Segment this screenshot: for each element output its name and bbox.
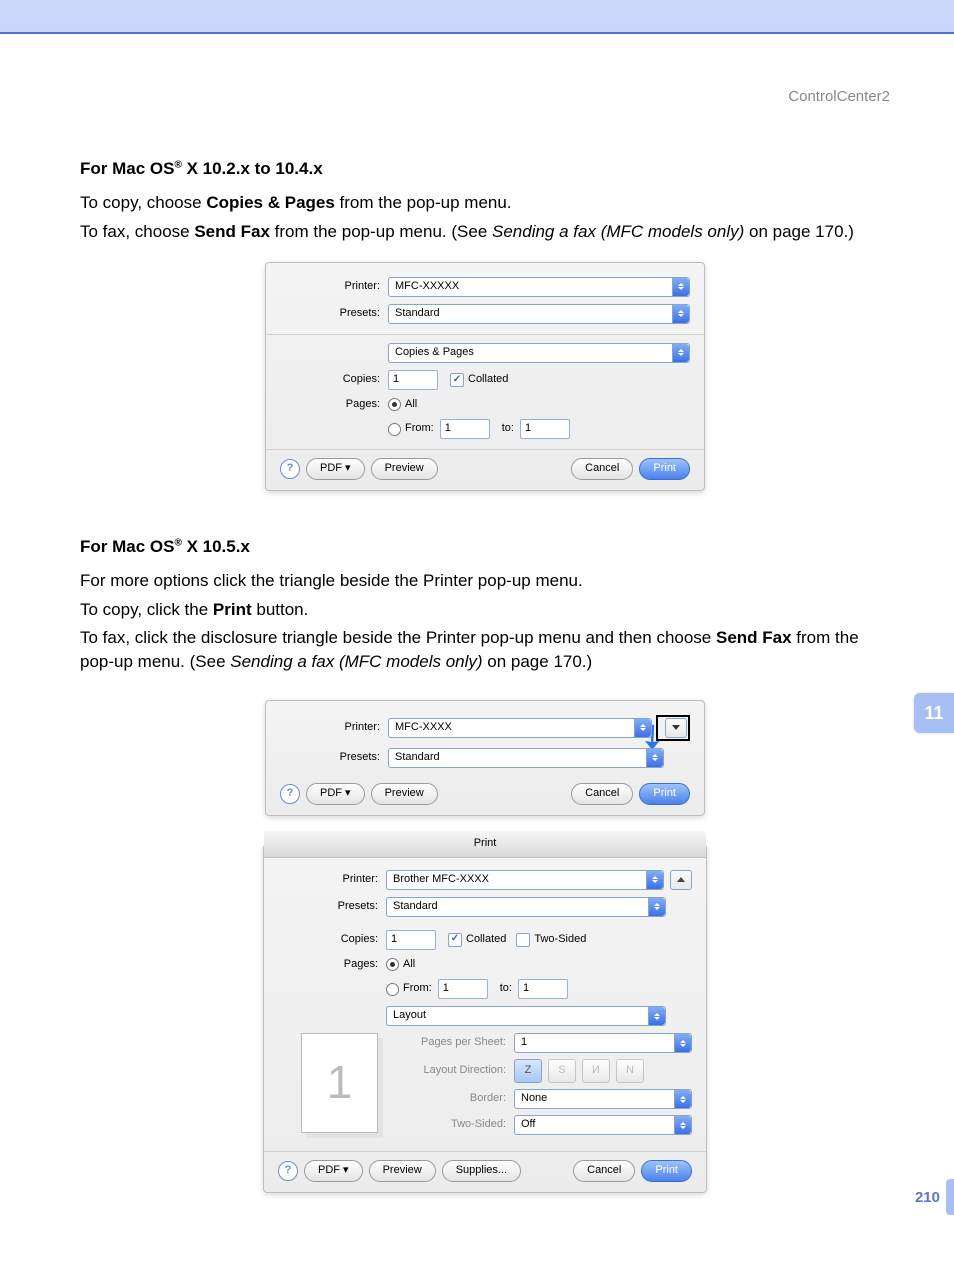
layout-direction-label: Layout Direction:	[396, 1063, 514, 1079]
cancel-button[interactable]: Cancel	[571, 458, 633, 480]
section1-para2: To fax, choose Send Fax from the pop-up …	[80, 220, 890, 244]
pages-all-radio[interactable]	[388, 398, 401, 411]
pages-label: Pages:	[280, 397, 388, 413]
copies-label: Copies:	[280, 372, 388, 388]
print-dialog-10-5-collapsed: ➘ Printer: MFC-XXXX Presets: Standard ? …	[265, 700, 705, 816]
chapter-tab: 11	[914, 693, 954, 733]
copies-input[interactable]: 1	[388, 370, 438, 390]
print-button[interactable]: Print	[641, 1160, 692, 1182]
layout-menu[interactable]: Layout	[386, 1006, 666, 1026]
two-sided-select[interactable]: Off	[514, 1115, 692, 1135]
presets-label: Presets:	[280, 306, 388, 322]
preview-button[interactable]: Preview	[371, 458, 438, 480]
supplies-button[interactable]: Supplies...	[442, 1160, 521, 1182]
two-sided-label: Two-Sided:	[396, 1117, 514, 1133]
section2-para2: To copy, click the Print button.	[80, 598, 890, 622]
section2-heading: For Mac OS® X 10.5.x	[80, 535, 890, 559]
page-number: 210	[915, 1179, 954, 1215]
printer-label: Printer:	[280, 720, 388, 736]
pdf-button[interactable]: PDF ▾	[306, 458, 365, 480]
layout-dir-1[interactable]: Z	[514, 1059, 542, 1083]
pages-per-sheet-label: Pages per Sheet:	[396, 1035, 514, 1051]
pages-from-input[interactable]: 1	[440, 419, 490, 439]
layout-dir-4[interactable]: N	[616, 1059, 644, 1083]
pdf-button[interactable]: PDF ▾	[306, 783, 365, 805]
two-sided-checkbox[interactable]	[516, 933, 530, 947]
pdf-button[interactable]: PDF ▾	[304, 1160, 363, 1182]
printer-select[interactable]: Brother MFC-XXXX	[386, 870, 664, 890]
print-dialog-10-5-expanded: Print Printer: Brother MFC-XXXX Presets:…	[263, 844, 707, 1193]
layout-dir-3[interactable]: И	[582, 1059, 610, 1083]
layout-dir-2[interactable]: S	[548, 1059, 576, 1083]
options-menu[interactable]: Copies & Pages	[388, 343, 690, 363]
section1-para1: To copy, choose Copies & Pages from the …	[80, 191, 890, 215]
presets-select[interactable]: Standard	[388, 304, 690, 324]
pages-range-radio[interactable]	[388, 423, 401, 436]
pages-range-radio[interactable]	[386, 983, 399, 996]
collated-checkbox[interactable]	[450, 373, 464, 387]
pages-to-input[interactable]: 1	[518, 979, 568, 999]
top-band	[0, 0, 954, 34]
pages-per-sheet-select[interactable]: 1	[514, 1033, 692, 1053]
header-section-label: ControlCenter2	[80, 86, 890, 107]
print-button[interactable]: Print	[639, 783, 690, 805]
pages-from-input[interactable]: 1	[438, 979, 488, 999]
section2-para3: To fax, click the disclosure triangle be…	[80, 626, 890, 674]
copies-label: Copies:	[278, 932, 386, 948]
preview-button[interactable]: Preview	[369, 1160, 436, 1182]
presets-label: Presets:	[280, 750, 388, 766]
printer-label: Printer:	[280, 279, 388, 295]
disclosure-up-button[interactable]	[670, 870, 692, 890]
collated-checkbox[interactable]	[448, 933, 462, 947]
presets-select[interactable]: Standard	[388, 748, 664, 768]
pages-to-input[interactable]: 1	[520, 419, 570, 439]
border-select[interactable]: None	[514, 1089, 692, 1109]
collated-label: Collated	[468, 372, 508, 388]
presets-label: Presets:	[278, 899, 386, 915]
window-title: Print	[264, 831, 706, 858]
help-button[interactable]: ?	[280, 459, 300, 479]
help-button[interactable]: ?	[278, 1161, 298, 1181]
section2-para1: For more options click the triangle besi…	[80, 569, 890, 593]
copies-input[interactable]: 1	[386, 930, 436, 950]
layout-preview-thumb: 1	[301, 1033, 378, 1133]
pages-label: Pages:	[278, 957, 386, 973]
border-label: Border:	[396, 1091, 514, 1107]
print-button[interactable]: Print	[639, 458, 690, 480]
preview-button[interactable]: Preview	[371, 783, 438, 805]
section1-heading: For Mac OS® X 10.2.x to 10.4.x	[80, 157, 890, 181]
cancel-button[interactable]: Cancel	[573, 1160, 635, 1182]
cancel-button[interactable]: Cancel	[571, 783, 633, 805]
print-dialog-10-2: Printer: MFC-XXXXX Presets: Standard Cop…	[265, 262, 705, 492]
printer-label: Printer:	[278, 872, 386, 888]
presets-select[interactable]: Standard	[386, 897, 666, 917]
printer-select[interactable]: MFC-XXXXX	[388, 277, 690, 297]
printer-select[interactable]: MFC-XXXX	[388, 718, 652, 738]
pages-all-radio[interactable]	[386, 958, 399, 971]
help-button[interactable]: ?	[280, 784, 300, 804]
